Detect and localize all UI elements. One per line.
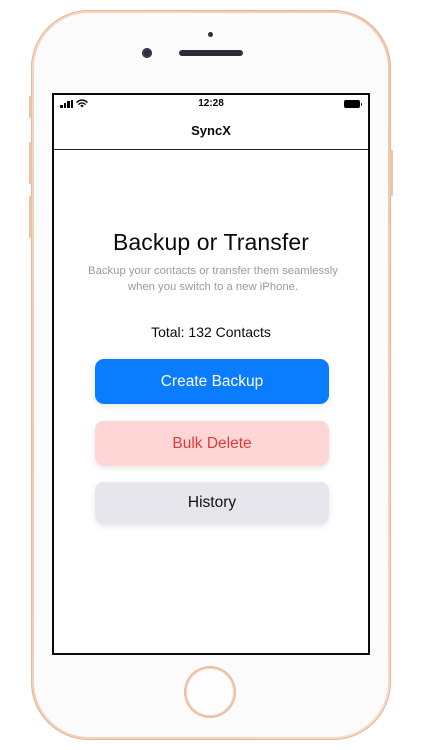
page-subtitle: Backup your contacts or transfer them se… — [88, 265, 338, 293]
earpiece-speaker — [179, 50, 243, 56]
navigation-bar: SyncX — [54, 113, 368, 150]
bulk-delete-button[interactable]: Bulk Delete — [95, 421, 329, 466]
screen: 12:28 SyncX Backup or Transfer Backup yo… — [52, 93, 370, 655]
create-backup-button[interactable]: Create Backup — [95, 359, 329, 404]
front-camera — [142, 48, 152, 58]
page-headline: Backup or Transfer — [112, 229, 310, 255]
volume-down-button — [29, 196, 32, 238]
silent-switch — [29, 96, 32, 118]
contacts-total: Total: 132 Contacts — [151, 324, 271, 340]
status-bar: 12:28 — [54, 95, 368, 113]
proximity-sensor — [208, 32, 213, 37]
status-time: 12:28 — [198, 98, 224, 109]
history-button[interactable]: History — [95, 482, 329, 524]
home-button[interactable] — [186, 668, 234, 716]
nav-title: SyncX — [191, 123, 231, 138]
volume-up-button — [29, 142, 32, 184]
power-button — [390, 150, 393, 196]
battery-icon — [344, 100, 362, 108]
